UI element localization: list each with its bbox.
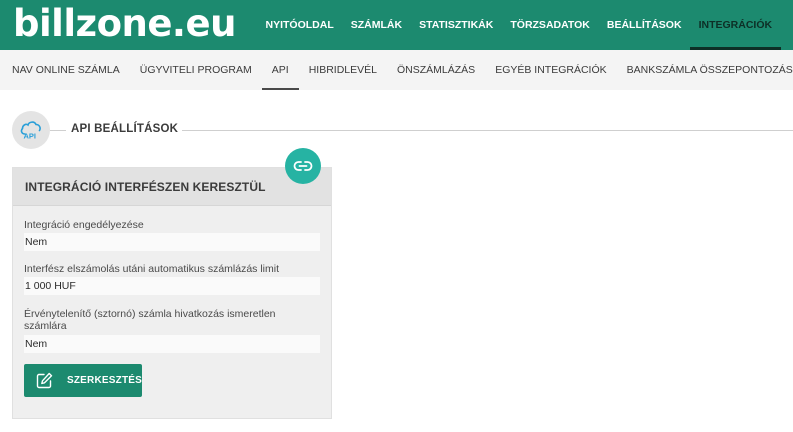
main-nav-item-integraciok[interactable]: INTEGRÁCIÓK xyxy=(690,0,781,50)
sub-nav: NAV ONLINE SZÁMLA ÜGYVITELI PROGRAM API … xyxy=(0,50,793,90)
api-cloud-icon: API xyxy=(12,111,50,149)
sub-nav-item-ugyviteli-program[interactable]: ÜGYVITELI PROGRAM xyxy=(130,50,262,90)
sub-nav-item-hibridlevel[interactable]: HIBRIDLEVÉL xyxy=(299,50,387,90)
sub-nav-item-egyeb-integraciok[interactable]: EGYÉB INTEGRÁCIÓK xyxy=(485,50,616,90)
main-nav: NYITÓOLDAL SZÁMLÁK STATISZTIKÁK TÖRZSADA… xyxy=(257,0,781,50)
top-bar: billzone.eu NYITÓOLDAL SZÁMLÁK STATISZTI… xyxy=(0,0,793,50)
main-nav-item-statisztikak[interactable]: STATISZTIKÁK xyxy=(411,0,502,50)
section-rule-left xyxy=(50,130,66,131)
link-badge[interactable] xyxy=(285,148,321,184)
section-header: API API BEÁLLÍTÁSOK xyxy=(12,110,793,150)
main-nav-item-nyitooldal[interactable]: NYITÓOLDAL xyxy=(257,0,342,50)
sub-nav-item-bankszamla-osszepontozas[interactable]: BANKSZÁMLA ÖSSZEPONTOZÁS xyxy=(617,50,793,90)
edit-icon xyxy=(36,372,53,389)
card-title: INTEGRÁCIÓ INTERFÉSZEN KERESZTÜL xyxy=(25,180,266,194)
section-rule-right xyxy=(182,130,793,131)
sub-nav-item-nav-online-szamla[interactable]: NAV ONLINE SZÁMLA xyxy=(2,50,130,90)
field-value-integration-enabled: Nem xyxy=(24,233,320,251)
field-label-auto-invoice-limit: Interfész elszámolás utáni automatikus s… xyxy=(24,263,280,275)
svg-text:API: API xyxy=(24,132,37,141)
sub-nav-item-onszamlazas[interactable]: ÖNSZÁMLÁZÁS xyxy=(387,50,485,90)
sub-nav-item-api[interactable]: API xyxy=(261,50,299,90)
main-nav-item-szamlak[interactable]: SZÁMLÁK xyxy=(342,0,410,50)
link-icon xyxy=(293,161,313,171)
main-nav-item-beallitasok[interactable]: BEÁLLÍTÁSOK xyxy=(598,0,690,50)
field-value-storno-reference: Nem xyxy=(24,335,320,353)
edit-button[interactable]: SZERKESZTÉS xyxy=(24,364,142,397)
field-value-auto-invoice-limit: 1 000 HUF xyxy=(24,277,320,295)
main-nav-item-torzsadatok[interactable]: TÖRZSADATOK xyxy=(502,0,599,50)
card-header: INTEGRÁCIÓ INTERFÉSZEN KERESZTÜL xyxy=(13,168,331,206)
section-title: API BEÁLLÍTÁSOK xyxy=(71,123,179,135)
field-label-integration-enabled: Integráció engedélyezése xyxy=(24,219,144,231)
edit-button-label: SZERKESZTÉS xyxy=(67,375,142,386)
logo[interactable]: billzone.eu xyxy=(13,2,236,48)
field-label-storno-reference: Érvénytelenítő (sztornó) számla hivatkoz… xyxy=(24,308,276,332)
integration-card: INTEGRÁCIÓ INTERFÉSZEN KERESZTÜL Integrá… xyxy=(12,167,332,419)
